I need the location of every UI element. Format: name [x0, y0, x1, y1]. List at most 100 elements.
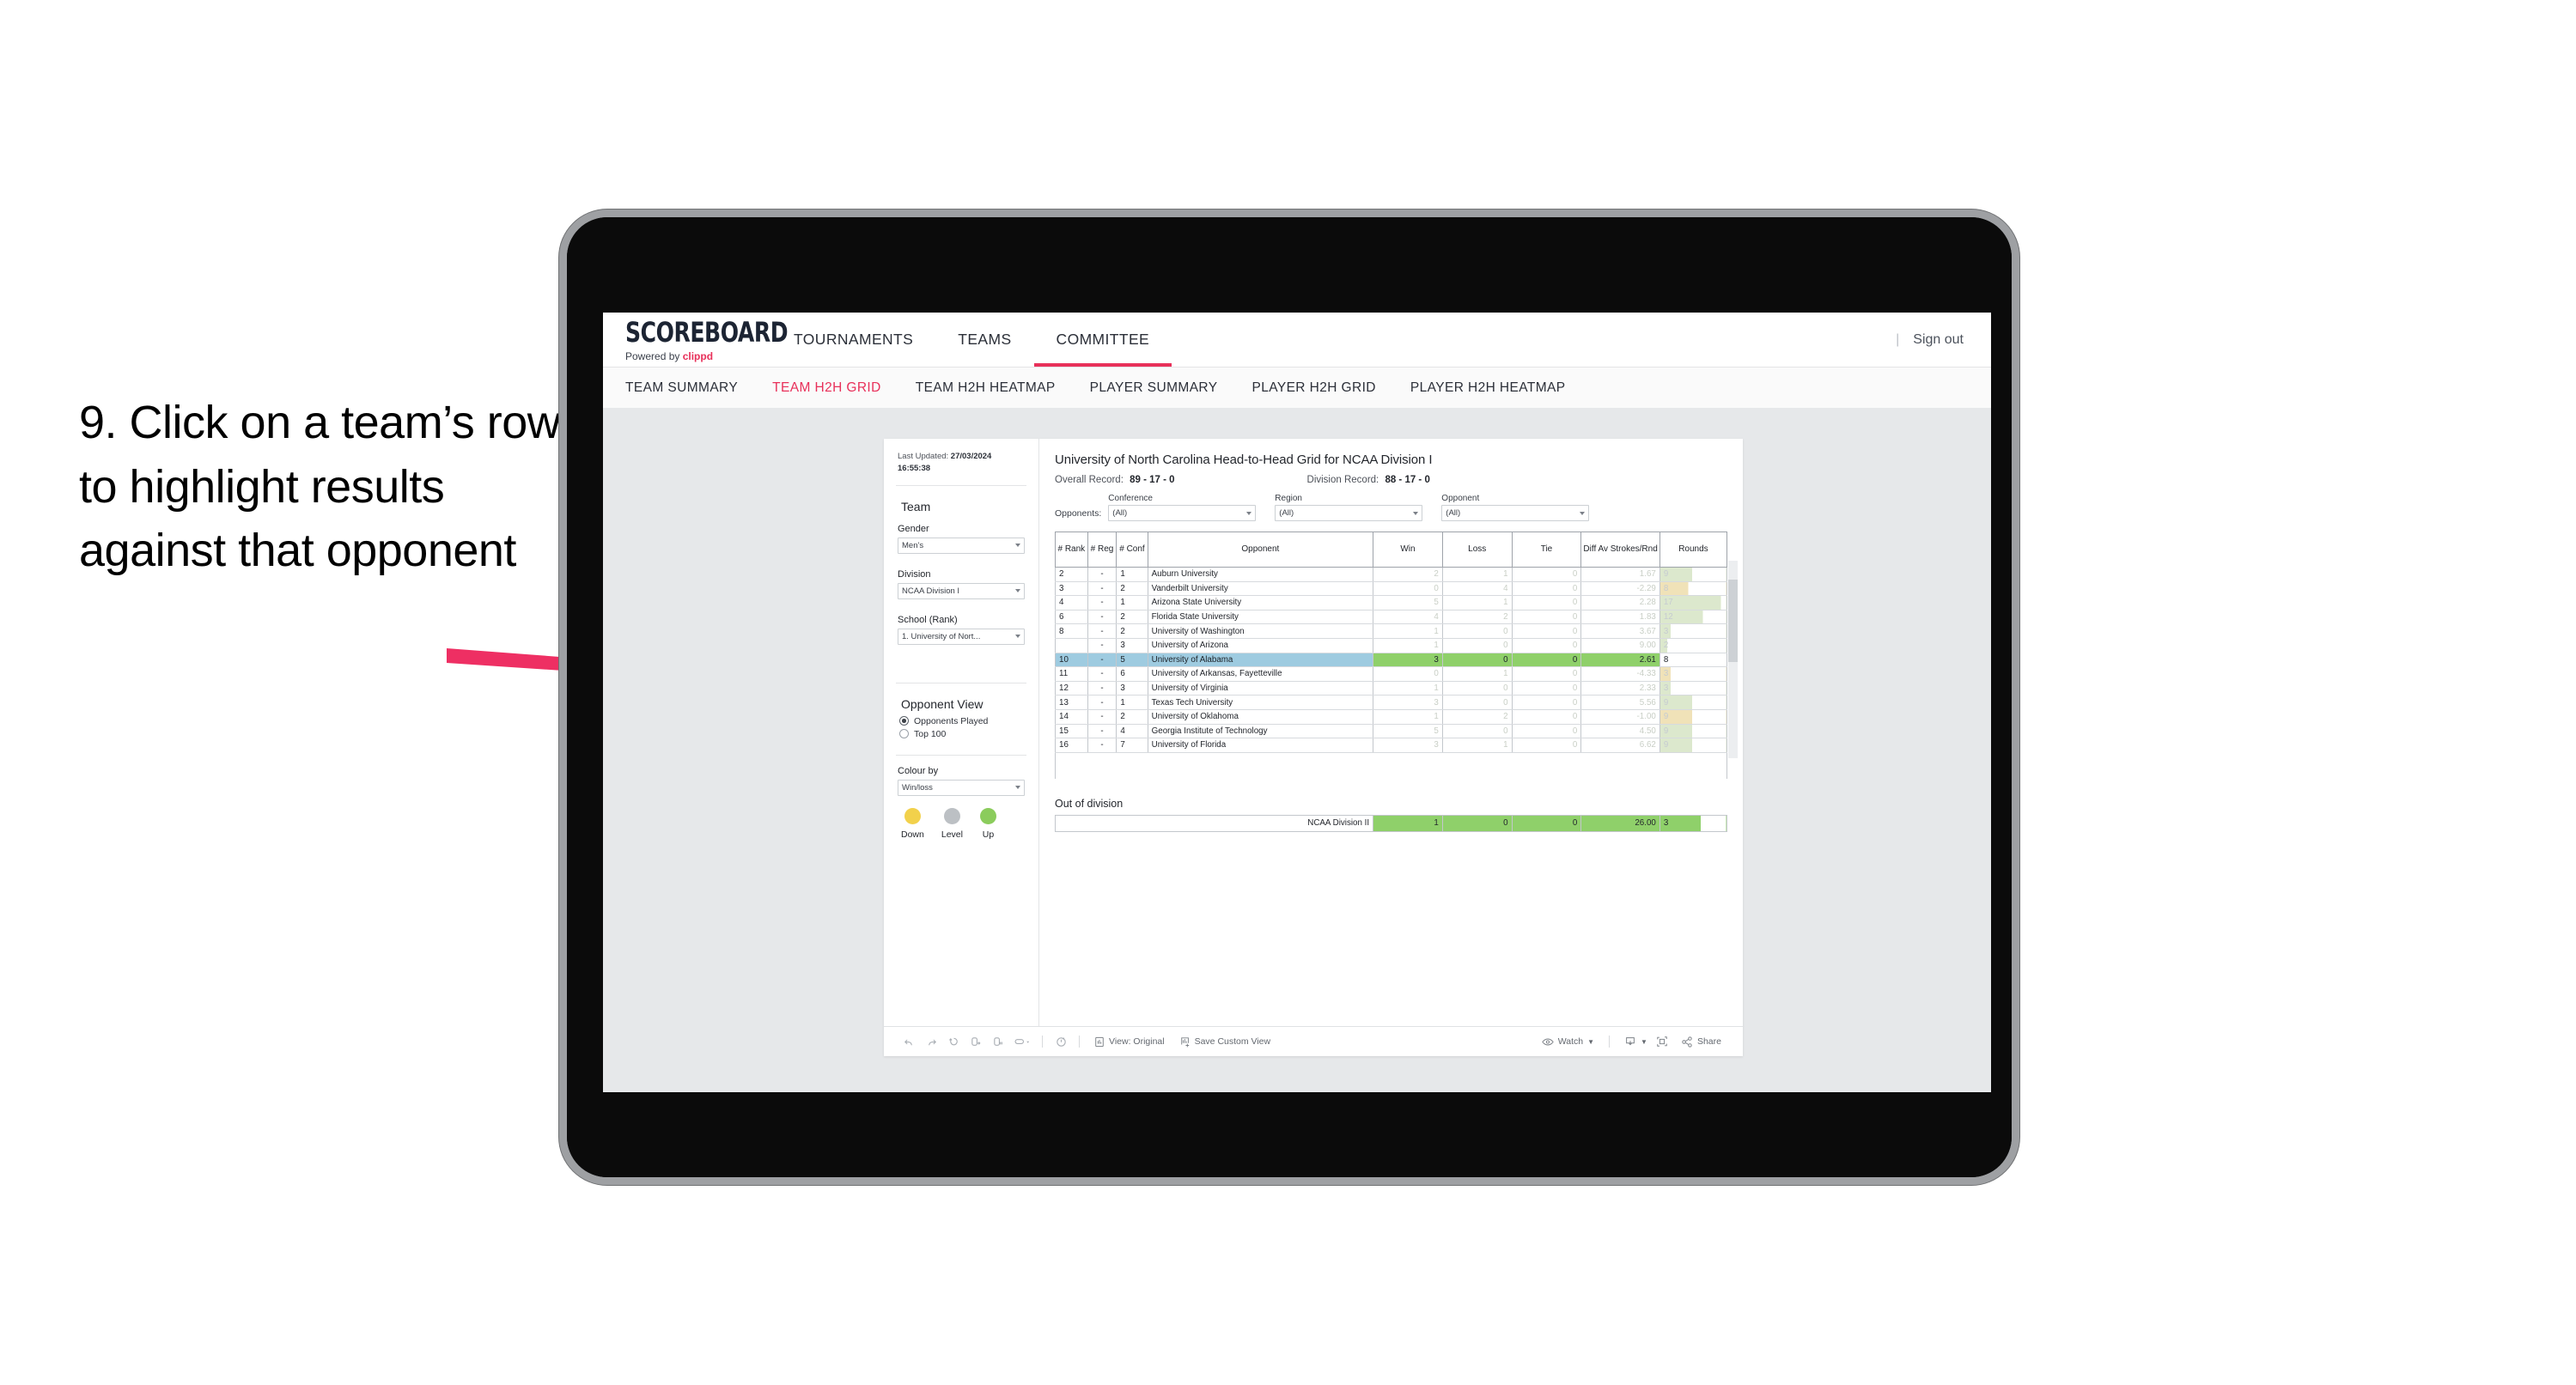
conference-dropdown[interactable]: (All)	[1108, 505, 1257, 521]
tab-player-summary[interactable]: PLAYER SUMMARY	[1090, 380, 1218, 396]
col-reg[interactable]: # Reg	[1087, 532, 1117, 568]
opponents-label: Opponents:	[1055, 508, 1102, 519]
undo-icon[interactable]	[898, 1036, 920, 1048]
nav-item-tournaments[interactable]: TOURNAMENTS	[771, 313, 935, 367]
revert-icon[interactable]	[942, 1036, 965, 1048]
radio-top-100[interactable]: Top 100	[899, 729, 1025, 739]
col-diff[interactable]: Diff Av Strokes/Rnd	[1580, 532, 1660, 568]
cell-rounds: 8	[1659, 652, 1728, 668]
cell-opponent: University of Oklahoma	[1147, 708, 1374, 725]
pause-icon[interactable]	[987, 1036, 1009, 1048]
cell-tie: 0	[1511, 680, 1582, 696]
cell-win: 1	[1373, 623, 1443, 639]
tab-team-h2h-grid[interactable]: TEAM H2H GRID	[772, 380, 881, 396]
nav-item-teams[interactable]: TEAMS	[935, 313, 1033, 367]
table-row[interactable]: 15-4 Georgia Institute of Technology 5 0 0 4.…	[1055, 723, 1728, 739]
table-row[interactable]: -3 University of Arizona 1 0 0 9.00 2	[1055, 637, 1728, 653]
save-custom-view-button[interactable]: Save Custom View	[1172, 1036, 1279, 1048]
col-tie[interactable]: Tie	[1511, 532, 1582, 568]
app-logo[interactable]: SCOREBOARD Powered by clippd	[603, 313, 789, 367]
cell-loss: 2	[1441, 609, 1513, 625]
grid-scrollbar-thumb[interactable]	[1728, 580, 1738, 662]
cell-win: 5	[1373, 723, 1443, 739]
cell-conf: 1	[1116, 695, 1148, 710]
col-opponent[interactable]: Opponent	[1147, 532, 1374, 568]
col-tie-label: Tie	[1540, 544, 1553, 554]
cell-reg: -	[1087, 623, 1117, 639]
sidebar-divider-1	[896, 484, 1026, 486]
col-rank-label: # Rank	[1057, 544, 1086, 554]
cell-diff: 2.28	[1580, 595, 1660, 610]
refresh-icon[interactable]	[965, 1036, 987, 1048]
division-dropdown[interactable]: NCAA Division I	[898, 582, 1025, 599]
cell-rounds: 2	[1659, 637, 1728, 653]
school-dropdown[interactable]: 1. University of Nort...	[898, 628, 1025, 645]
app-header: SCOREBOARD Powered by clippd TOURNAMENTS…	[603, 313, 1991, 368]
grid-vertical-scrollbar[interactable]	[1728, 561, 1738, 758]
share-button[interactable]: Share	[1673, 1036, 1729, 1048]
gender-dropdown[interactable]: Men’s	[898, 537, 1025, 554]
chevron-down-icon	[1015, 635, 1020, 639]
cell-loss: 0	[1441, 723, 1513, 739]
out-of-division-row[interactable]: NCAA Division II 1 0 0 26.00 3	[1054, 814, 1728, 832]
opponent-dropdown[interactable]: (All)	[1441, 505, 1590, 521]
cell-tie: 0	[1511, 666, 1582, 682]
tab-player-h2h-heatmap[interactable]: PLAYER H2H HEATMAP	[1410, 380, 1566, 396]
tab-team-h2h-heatmap[interactable]: TEAM H2H HEATMAP	[916, 380, 1056, 396]
col-rank[interactable]: # Rank	[1055, 532, 1088, 568]
cell-loss: 2	[1441, 708, 1513, 725]
legend-swatch-level	[943, 807, 960, 824]
radio-unselected-icon	[899, 729, 909, 739]
clock-pause-icon[interactable]	[1050, 1036, 1072, 1048]
save-custom-view-label: Save Custom View	[1194, 1036, 1271, 1047]
opponent-label: Opponent	[1441, 494, 1480, 503]
tab-team-summary[interactable]: TEAM SUMMARY	[625, 380, 738, 396]
watch-button[interactable]: Watch ▼	[1534, 1036, 1602, 1047]
signout-link[interactable]: Sign out	[1913, 332, 1964, 348]
table-row[interactable]: 2-1 Auburn University 2 1 0 1.67 9	[1055, 567, 1728, 582]
division-record-label: Division Record:	[1306, 475, 1382, 485]
table-row[interactable]: 12-3 University of Virginia 1 0 0 2.33 3	[1055, 680, 1728, 696]
cell-reg: -	[1087, 738, 1117, 753]
table-row[interactable]: 4-1 Arizona State University 5 1 0 2.28 17	[1055, 595, 1728, 610]
region-dropdown[interactable]: (All)	[1275, 505, 1423, 521]
cell-opponent: Vanderbilt University	[1147, 580, 1374, 597]
cell-reg: -	[1087, 708, 1117, 725]
cell-tie: 0	[1511, 637, 1582, 653]
col-conf[interactable]: # Conf	[1116, 532, 1148, 568]
tablet-bezel: SCOREBOARD Powered by clippd TOURNAMENTS…	[567, 217, 2012, 1177]
table-row[interactable]: 14-2 University of Oklahoma 1 2 0 -1.00 9	[1055, 708, 1728, 725]
cell-reg: -	[1087, 580, 1117, 597]
visualization-container: Last Updated: 27/03/2024 16:55:38 Team G…	[884, 439, 1743, 1056]
h2h-grid-wrapper: # Rank # Reg # Conf Opponent Win Loss Ti…	[1055, 532, 1738, 779]
download-button[interactable]: ▼	[1617, 1036, 1651, 1048]
tab-player-h2h-grid[interactable]: PLAYER H2H GRID	[1251, 380, 1375, 396]
table-row[interactable]: 13-1 Texas Tech University 3 0 0 5.56 9	[1055, 695, 1728, 710]
table-row[interactable]: 8-2 University of Washington 1 0 0 3.67 3	[1055, 623, 1728, 639]
school-value: 1. University of Nort...	[902, 631, 981, 641]
col-loss[interactable]: Loss	[1441, 532, 1513, 568]
table-row[interactable]: 6-2 Florida State University 4 2 0 1.83 12	[1055, 609, 1728, 625]
radio-opponents-played[interactable]: Opponents Played	[899, 716, 1025, 726]
col-win[interactable]: Win	[1373, 532, 1443, 568]
secondary-tab-bar: TEAM SUMMARY TEAM H2H GRID TEAM H2H HEAT…	[603, 368, 1991, 409]
view-original-button[interactable]: View: Original	[1087, 1036, 1172, 1048]
cell-tie: 0	[1511, 652, 1582, 668]
cell-win: 0	[1373, 580, 1443, 597]
sidebar-divider-3	[896, 754, 1026, 756]
nav-item-committee[interactable]: COMMITTEE	[1033, 313, 1172, 367]
colour-by-dropdown[interactable]: Win/loss	[898, 779, 1025, 796]
table-row[interactable]: 11-6 University of Arkansas, Fayetteville…	[1055, 666, 1728, 682]
table-row[interactable]: 16-7 University of Florida 3 1 0 6.62 9	[1055, 738, 1728, 753]
col-rounds[interactable]: Rounds	[1659, 532, 1728, 568]
redo-icon[interactable]	[920, 1036, 942, 1048]
last-updated-block: Last Updated: 27/03/2024 16:55:38	[884, 451, 1038, 475]
table-row[interactable]: 10-5 University of Alabama 3 0 0 2.61 8	[1055, 652, 1728, 668]
legend-label-level: Level	[941, 829, 963, 840]
grid-body: 2-1 Auburn University 2 1 0 1.67 9 3-2 Vanderbil…	[1055, 567, 1728, 753]
loop-icon[interactable]	[1009, 1036, 1035, 1048]
cell-diff: 2.61	[1580, 652, 1660, 668]
fullscreen-icon[interactable]	[1651, 1036, 1673, 1048]
cell-tie: 0	[1511, 595, 1582, 610]
table-row[interactable]: 3-2 Vanderbilt University 0 4 0 -2.29 8	[1055, 580, 1728, 597]
